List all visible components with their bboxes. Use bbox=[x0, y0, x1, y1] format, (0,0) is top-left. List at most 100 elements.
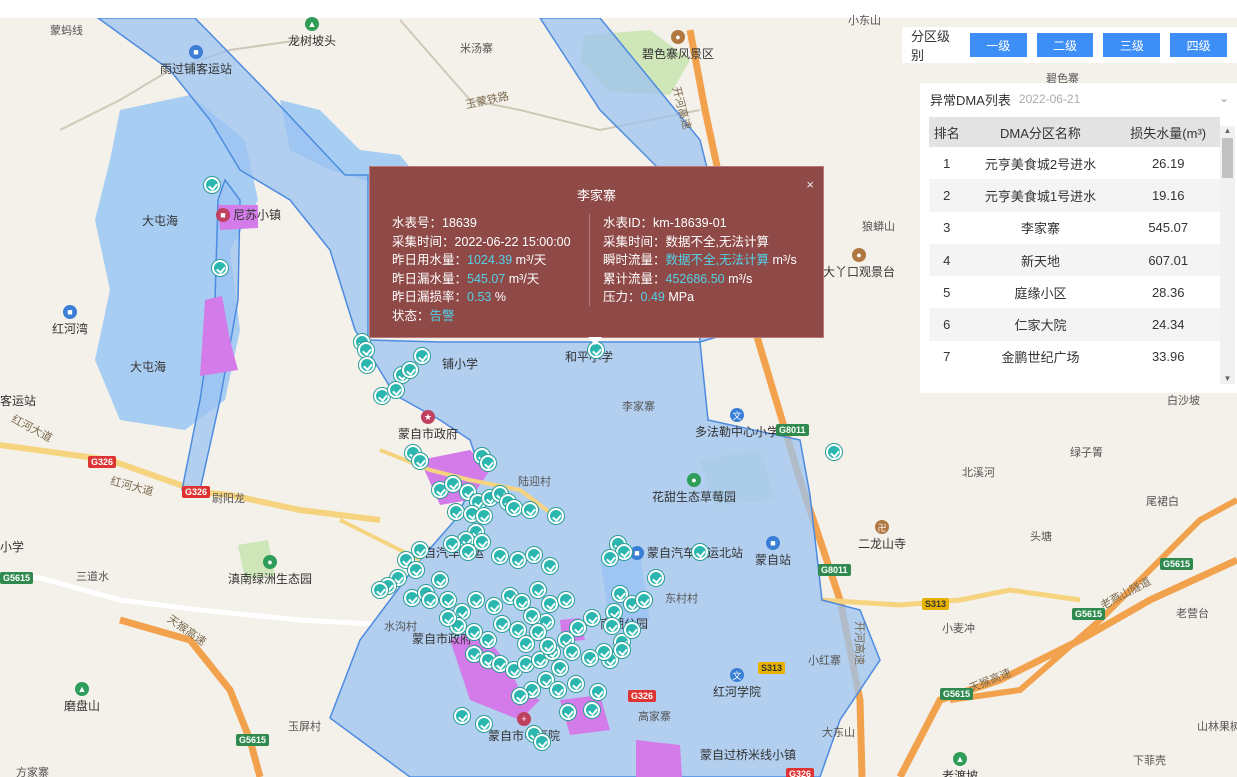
water-meter-marker[interactable] bbox=[506, 500, 522, 516]
water-meter-marker[interactable] bbox=[359, 357, 375, 373]
water-meter-marker[interactable] bbox=[512, 688, 528, 704]
water-meter-marker[interactable] bbox=[636, 592, 652, 608]
water-meter-marker[interactable] bbox=[408, 562, 424, 578]
water-meter-marker[interactable] bbox=[584, 610, 600, 626]
water-meter-marker[interactable] bbox=[550, 682, 566, 698]
water-meter-marker[interactable] bbox=[422, 592, 438, 608]
table-row[interactable]: 5 庭缘小区 28.36 bbox=[929, 276, 1220, 308]
water-meter-marker[interactable] bbox=[358, 342, 374, 358]
water-meter-marker[interactable] bbox=[480, 632, 496, 648]
dma-scrollbar[interactable]: ▲ ▼ bbox=[1220, 126, 1235, 384]
water-meter-marker[interactable] bbox=[692, 544, 708, 560]
water-meter-marker[interactable] bbox=[570, 620, 586, 636]
water-meter-marker[interactable] bbox=[526, 547, 542, 563]
water-meter-marker[interactable] bbox=[514, 594, 530, 610]
water-meter-marker[interactable] bbox=[468, 592, 484, 608]
table-row[interactable]: 2 元亨美食城1号进水 19.16 bbox=[929, 179, 1220, 212]
water-meter-marker[interactable] bbox=[540, 638, 556, 654]
water-meter-marker[interactable] bbox=[522, 502, 538, 518]
water-meter-marker[interactable] bbox=[548, 508, 564, 524]
table-row[interactable]: 3 李家寨 545.07 bbox=[929, 212, 1220, 244]
water-meter-marker[interactable] bbox=[568, 676, 584, 692]
poi-city-gov[interactable]: ★ 蒙自市政府 bbox=[398, 410, 458, 442]
poi-north-bus-station[interactable]: ■蒙自汽车客运北站 bbox=[630, 544, 743, 561]
water-meter-marker[interactable] bbox=[445, 476, 461, 492]
water-meter-marker[interactable] bbox=[604, 618, 620, 634]
water-meter-marker[interactable] bbox=[444, 536, 460, 552]
water-meter-marker[interactable] bbox=[454, 708, 470, 724]
popup-pointer bbox=[588, 337, 602, 345]
water-meter-marker[interactable] bbox=[524, 608, 540, 624]
water-meter-marker[interactable] bbox=[584, 702, 600, 718]
scroll-thumb[interactable] bbox=[1222, 138, 1233, 178]
level-1-button[interactable]: 一级 bbox=[969, 33, 1027, 57]
water-meter-marker[interactable] bbox=[204, 177, 220, 193]
water-meter-marker[interactable] bbox=[402, 362, 418, 378]
water-meter-marker[interactable] bbox=[826, 444, 842, 460]
poi-strawberry-garden[interactable]: ● 花甜生态草莓园 bbox=[652, 473, 736, 505]
water-meter-marker[interactable] bbox=[530, 624, 546, 640]
scroll-down-icon[interactable]: ▼ bbox=[1220, 374, 1235, 384]
poi-honghe-university[interactable]: 文红河学院 bbox=[713, 668, 761, 700]
level-2-button[interactable]: 二级 bbox=[1036, 33, 1094, 57]
water-meter-marker[interactable] bbox=[412, 542, 428, 558]
poi-honghewan[interactable]: ■ 红河湾 bbox=[52, 305, 88, 337]
water-meter-marker[interactable] bbox=[432, 572, 448, 588]
water-meter-marker[interactable] bbox=[448, 504, 464, 520]
poi-erlongshan-temple[interactable]: 卍二龙山寺 bbox=[858, 520, 906, 552]
close-icon[interactable]: × bbox=[806, 177, 814, 192]
water-meter-marker[interactable] bbox=[602, 550, 618, 566]
water-meter-marker[interactable] bbox=[542, 596, 558, 612]
water-meter-marker[interactable] bbox=[486, 598, 502, 614]
table-row[interactable]: 4 新天地 607.01 bbox=[929, 243, 1220, 277]
chevron-down-icon[interactable]: ⌄ bbox=[1219, 91, 1233, 105]
water-meter-marker[interactable] bbox=[476, 716, 492, 732]
water-meter-marker[interactable] bbox=[530, 582, 546, 598]
water-meter-marker[interactable] bbox=[480, 455, 496, 471]
water-meter-marker[interactable] bbox=[440, 610, 456, 626]
water-meter-marker[interactable] bbox=[558, 592, 574, 608]
water-meter-marker[interactable] bbox=[460, 544, 476, 560]
level-3-button[interactable]: 三级 bbox=[1103, 33, 1161, 57]
water-meter-marker[interactable] bbox=[590, 684, 606, 700]
poi-duofale-school[interactable]: 文多法勒中心小学 bbox=[695, 408, 779, 440]
poi-yuguopu-station[interactable]: ■ 雨过铺客运站 bbox=[160, 45, 232, 77]
water-meter-marker[interactable] bbox=[510, 552, 526, 568]
water-meter-marker[interactable] bbox=[560, 704, 576, 720]
water-meter-marker[interactable] bbox=[388, 382, 404, 398]
poi-bisezhai[interactable]: ● 碧色寨风景区 bbox=[642, 30, 714, 62]
poi-diannan-oasis[interactable]: ● 滇南绿洲生态园 bbox=[228, 555, 312, 587]
water-meter-marker[interactable] bbox=[534, 734, 550, 750]
table-row[interactable]: 6 仁家大院 24.34 bbox=[929, 308, 1220, 341]
poi-dayakou[interactable]: ● 大丫口观景台 bbox=[823, 248, 895, 280]
water-meter-marker[interactable] bbox=[596, 644, 612, 660]
water-meter-marker[interactable] bbox=[616, 544, 632, 560]
poi-mopanshan[interactable]: ▲ 磨盘山 bbox=[64, 682, 100, 714]
water-meter-marker[interactable] bbox=[518, 636, 534, 652]
table-row[interactable]: 7 金鹏世纪广场 33.96 bbox=[929, 341, 1220, 373]
water-meter-marker[interactable] bbox=[494, 616, 510, 632]
poi-mengzi-station[interactable]: ■ 蒙自站 bbox=[755, 536, 791, 568]
water-meter-marker[interactable] bbox=[492, 548, 508, 564]
water-meter-marker[interactable] bbox=[412, 453, 428, 469]
water-meter-marker[interactable] bbox=[476, 508, 492, 524]
water-meter-marker[interactable] bbox=[552, 660, 568, 676]
water-meter-marker[interactable] bbox=[212, 260, 228, 276]
water-meter-marker[interactable] bbox=[542, 558, 558, 574]
poi-longshupotou[interactable]: ▲ 龙树坡头 bbox=[288, 17, 336, 49]
water-meter-marker[interactable] bbox=[648, 570, 664, 586]
water-meter-marker[interactable] bbox=[624, 622, 640, 638]
water-meter-marker[interactable] bbox=[582, 650, 598, 666]
water-meter-marker[interactable] bbox=[414, 348, 430, 364]
table-row[interactable]: 1 元亨美食城2号进水 26.19 bbox=[929, 147, 1220, 179]
water-meter-marker[interactable] bbox=[466, 624, 482, 640]
water-meter-marker[interactable] bbox=[440, 592, 456, 608]
scroll-up-icon[interactable]: ▲ bbox=[1220, 126, 1235, 136]
level-4-button[interactable]: 四级 bbox=[1170, 33, 1227, 57]
poi-nisu-town[interactable]: ■ 尼苏小镇 bbox=[216, 206, 281, 223]
water-meter-marker[interactable] bbox=[372, 582, 388, 598]
poi-laoduopo[interactable]: ▲ 老渡坡 bbox=[942, 752, 978, 777]
water-meter-marker[interactable] bbox=[564, 644, 580, 660]
water-meter-marker[interactable] bbox=[614, 642, 630, 658]
water-meter-marker[interactable] bbox=[474, 534, 490, 550]
